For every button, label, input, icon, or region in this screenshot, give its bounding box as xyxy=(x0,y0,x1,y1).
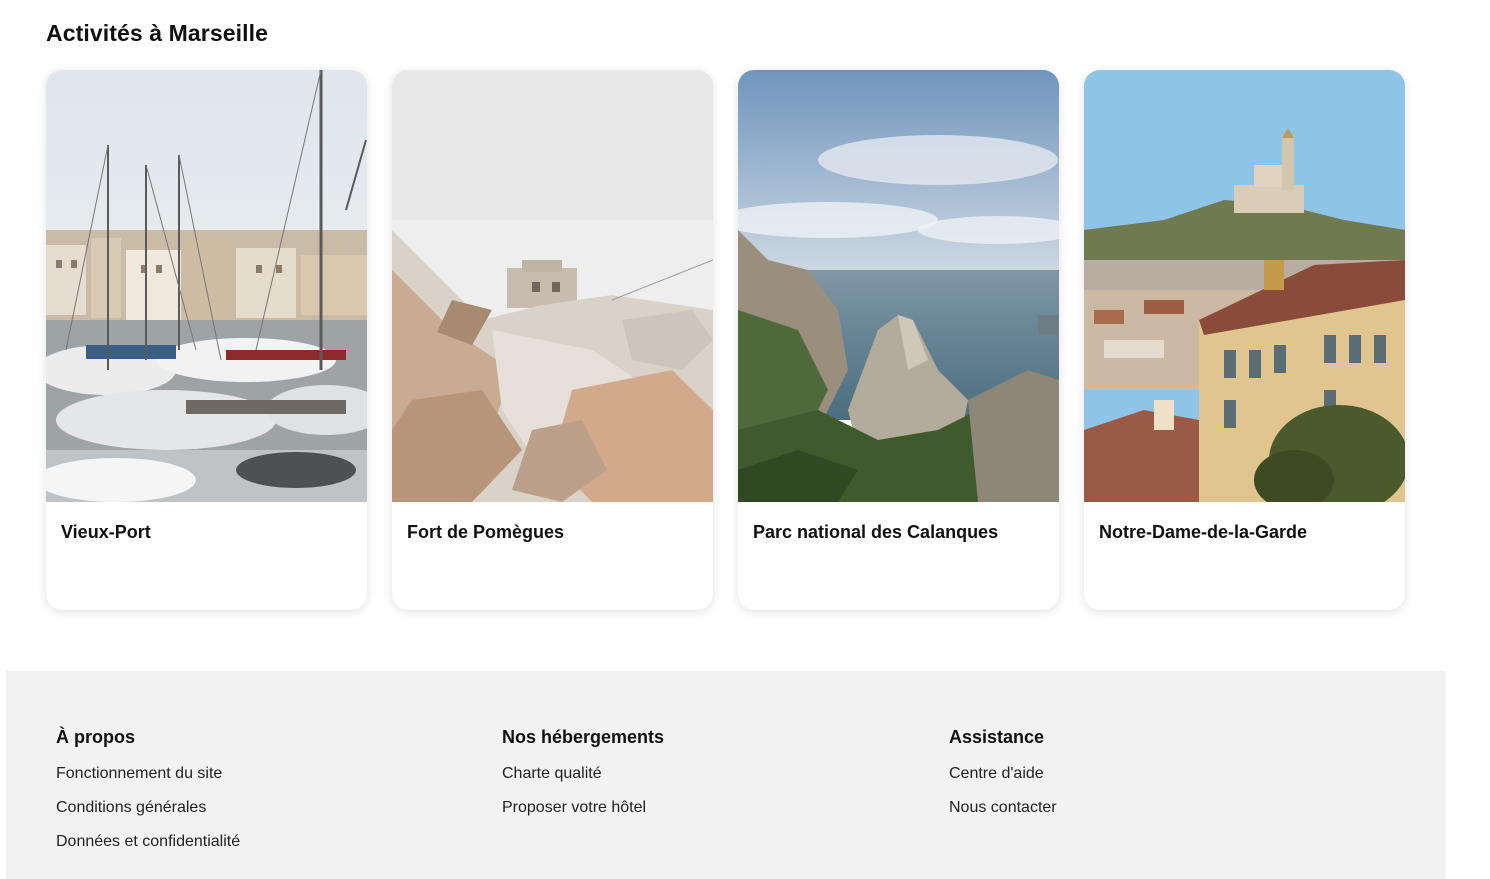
footer-col-about: À propos Fonctionnement du site Conditio… xyxy=(56,727,240,866)
footer-heading-support: Assistance xyxy=(949,727,1045,747)
footer-heading-lodging: Nos hébergements xyxy=(502,727,665,747)
footer-link-contact[interactable]: Nous contacter xyxy=(949,798,1057,817)
card-title: Vieux-Port xyxy=(61,522,151,542)
footer-link-terms[interactable]: Conditions générales xyxy=(56,798,240,817)
footer: À propos Fonctionnement du site Conditio… xyxy=(6,671,1446,879)
footer-col-lodging: Nos hébergements Charte qualité Proposer… xyxy=(502,727,664,832)
notre-dame-de-la-garde-photo xyxy=(1084,70,1405,502)
footer-col-support: Assistance Centre d'aide Nous contacter xyxy=(949,727,1057,832)
card-title: Parc national des Calanques xyxy=(753,522,999,542)
footer-link-help-center[interactable]: Centre d'aide xyxy=(949,764,1057,783)
footer-heading-about: À propos xyxy=(56,727,135,747)
calanques-photo xyxy=(738,70,1059,502)
activity-cards: Vieux-Port Fort de Pomègues Parc nationa… xyxy=(46,70,1405,610)
footer-link-quality-charter[interactable]: Charte qualité xyxy=(502,764,664,783)
footer-link-privacy[interactable]: Données et confidentialité xyxy=(56,832,240,851)
page: Activités à Marseille Vieux-Port Fort de… xyxy=(0,0,1490,879)
activity-card-vieux-port[interactable]: Vieux-Port xyxy=(46,70,367,610)
section-title: Activités à Marseille xyxy=(46,20,268,46)
fort-de-pomegues-photo xyxy=(392,70,713,502)
card-title: Fort de Pomègues xyxy=(407,522,565,542)
activity-card-fort-de-pomegues[interactable]: Fort de Pomègues xyxy=(392,70,713,610)
activity-card-calanques[interactable]: Parc national des Calanques xyxy=(738,70,1059,610)
activity-card-notre-dame-de-la-garde[interactable]: Notre-Dame-de-la-Garde xyxy=(1084,70,1405,610)
footer-link-propose-hotel[interactable]: Proposer votre hôtel xyxy=(502,798,664,817)
card-title: Notre-Dame-de-la-Garde xyxy=(1099,522,1308,542)
vieux-port-photo xyxy=(46,70,367,502)
footer-link-how-it-works[interactable]: Fonctionnement du site xyxy=(56,764,240,783)
